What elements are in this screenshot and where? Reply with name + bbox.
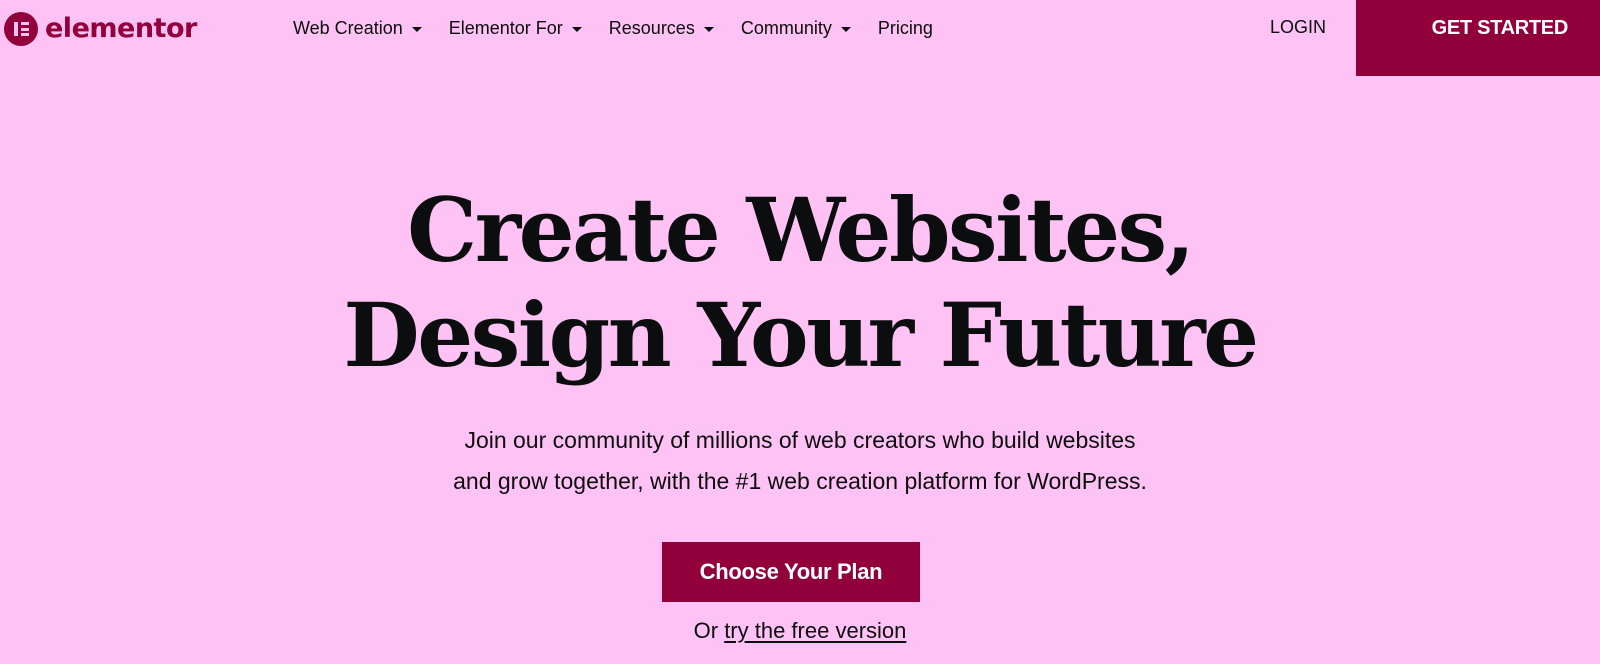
hero-title-line-2: Design Your Future [343,283,1259,387]
try-free-version-link[interactable]: try the free version [724,618,906,643]
nav-item-web-creation[interactable]: Web Creation [293,18,422,39]
hero-title-line-1: Create Websites, [407,178,1195,282]
hero-subtitle-line-1: Join our community of millions of web cr… [464,427,1136,453]
hero-title: Create Websites, Design Your Future [0,178,1600,388]
nav-item-community[interactable]: Community [741,18,851,39]
nav-item-pricing[interactable]: Pricing [878,18,933,39]
choose-your-plan-button[interactable]: Choose Your Plan [662,542,920,602]
hero-subtitle-line-2: and grow together, with the #1 web creat… [453,468,1147,494]
cta-label: Choose Your Plan [699,559,883,584]
elementor-logo-icon [4,12,38,46]
caret-down-icon [411,26,422,32]
main-nav: Web Creation Elementor For Resources Com… [293,16,960,40]
nav-item-resources[interactable]: Resources [609,18,714,39]
site-header: elementor Web Creation Elementor For Res… [0,0,1600,78]
login-link[interactable]: LOGIN [1270,17,1326,38]
nav-item-label: Pricing [877,17,933,38]
caret-down-icon [703,26,714,32]
nav-item-label: Community [740,17,832,38]
elementor-logo[interactable]: elementor [4,12,197,46]
alt-prefix: Or [693,618,719,643]
nav-item-elementor-for[interactable]: Elementor For [449,18,582,39]
get-started-button[interactable]: GET STARTED [1356,0,1600,76]
hero-subtitle: Join our community of millions of web cr… [0,420,1600,502]
nav-item-label: Web Creation [293,17,403,38]
get-started-label: GET STARTED [1431,16,1569,39]
nav-item-label: Elementor For [448,17,563,38]
nav-item-label: Resources [608,17,695,38]
logo-wordmark: elementor [45,13,197,44]
free-version-line: Or try the free version [0,618,1600,644]
caret-down-icon [840,26,851,32]
caret-down-icon [571,26,582,32]
